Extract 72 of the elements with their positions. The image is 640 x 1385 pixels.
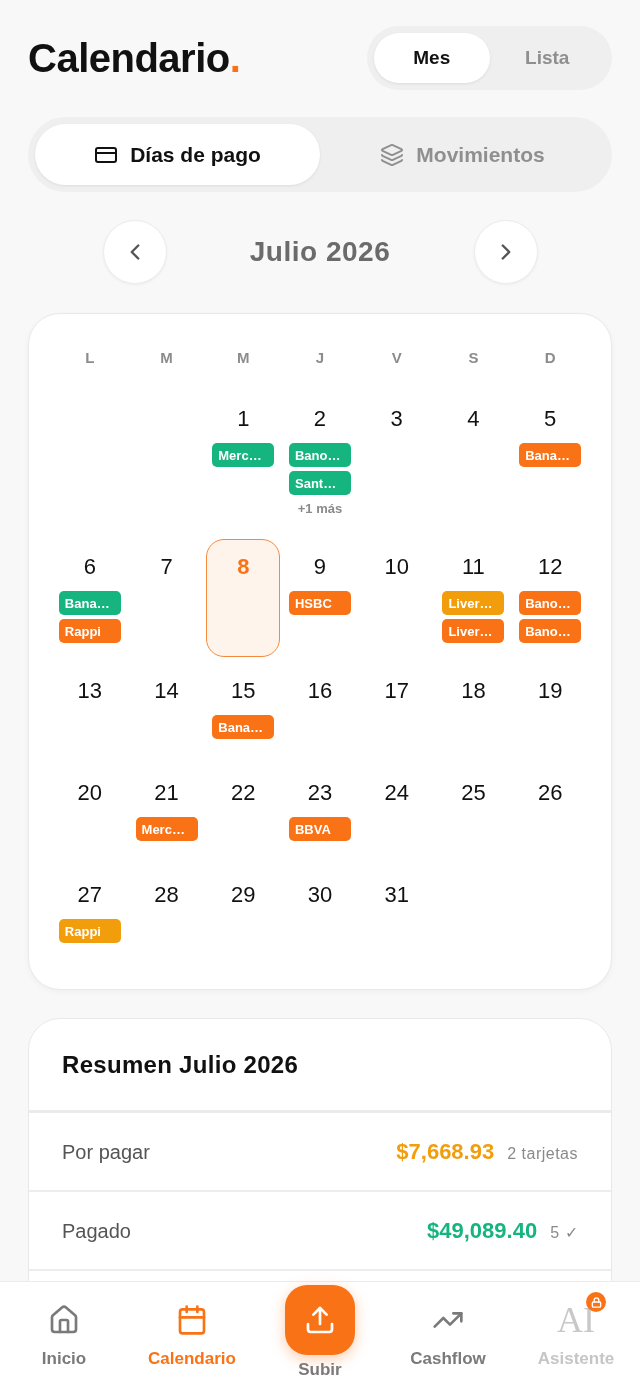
- day-number[interactable]: 22: [231, 779, 256, 807]
- payment-chip: Bana…: [519, 443, 582, 467]
- day-number[interactable]: 28: [154, 881, 179, 909]
- day-number[interactable]: 27: [77, 881, 103, 909]
- day-number[interactable]: 16: [307, 677, 333, 705]
- nav-tab[interactable]: Inicio: [39, 1291, 89, 1370]
- day-number[interactable]: 13: [77, 677, 103, 705]
- upload-label: Subir: [298, 1359, 342, 1381]
- day-number[interactable]: 18: [461, 677, 486, 705]
- day-number[interactable]: 26: [537, 779, 563, 807]
- day-number[interactable]: 2: [313, 405, 327, 433]
- upload-button[interactable]: [285, 1285, 355, 1355]
- weekday-label: J: [314, 348, 326, 368]
- summary-label: Pagado: [62, 1218, 131, 1244]
- summary-amount: $7,668.93: [396, 1138, 495, 1166]
- payment-chip: Merc…: [212, 443, 275, 467]
- page-title: Calendario.: [28, 35, 241, 82]
- month-title: Julio 2026: [249, 235, 391, 269]
- day-number[interactable]: 17: [384, 677, 409, 705]
- mode-tab[interactable]: Días de pago: [35, 124, 320, 185]
- upload-icon: [304, 1304, 336, 1336]
- payment-chip: Rappi: [58, 619, 121, 643]
- weekday-label: L: [84, 348, 96, 368]
- payment-chip: Sant…: [289, 471, 351, 495]
- nav-tab[interactable]: Cashflow: [408, 1291, 488, 1370]
- summary-label: Por pagar: [62, 1139, 150, 1165]
- day-number[interactable]: 19: [537, 677, 563, 705]
- day-number[interactable]: 1: [237, 405, 250, 433]
- home-icon: [48, 1304, 80, 1336]
- day-number[interactable]: 15: [231, 677, 256, 705]
- payment-chip: Bano…: [289, 443, 351, 467]
- calendar-icon: [176, 1304, 208, 1336]
- summary-note: 2 tarjetas: [507, 1144, 578, 1164]
- summary-note: 5 ✓: [550, 1223, 578, 1243]
- weekday-label: V: [390, 348, 403, 368]
- more-count[interactable]: +1 más: [297, 499, 343, 519]
- day-number[interactable]: 14: [154, 677, 179, 705]
- day-number[interactable]: 10: [384, 553, 409, 581]
- day-number[interactable]: 30: [307, 881, 333, 909]
- summary-amount: $49,089.40: [427, 1217, 538, 1245]
- weekday-label: S: [467, 348, 480, 368]
- summary-title: Resumen Julio 2026: [62, 1049, 299, 1080]
- payment-chip: Liver…: [442, 619, 505, 643]
- view-tab[interactable]: Mes: [374, 33, 490, 83]
- day-number[interactable]: 24: [384, 779, 409, 807]
- layers-icon: [380, 142, 405, 167]
- weekday-label: M: [159, 348, 174, 368]
- payment-chip: Bana…: [212, 715, 275, 739]
- day-number[interactable]: 11: [462, 553, 485, 581]
- payment-chip: HSBC: [289, 591, 351, 615]
- day-number[interactable]: 31: [384, 881, 409, 909]
- day-number[interactable]: 6: [83, 553, 96, 581]
- day-number[interactable]: 29: [231, 881, 256, 909]
- day-number[interactable]: 21: [154, 779, 179, 807]
- weekday-label: D: [543, 348, 557, 368]
- payment-chip: Bano…: [519, 591, 582, 615]
- day-number[interactable]: 5: [544, 405, 557, 433]
- payment-chip: Bano…: [519, 619, 582, 643]
- payment-chip: Bana…: [58, 591, 121, 615]
- day-number[interactable]: 3: [390, 405, 403, 433]
- day-number[interactable]: 12: [537, 553, 563, 581]
- weekday-label: M: [236, 348, 251, 368]
- payment-chip: Merc…: [135, 817, 198, 841]
- day-number[interactable]: 20: [77, 779, 103, 807]
- day-number[interactable]: 25: [461, 779, 486, 807]
- day-number[interactable]: 23: [307, 779, 333, 807]
- payment-chip: Rappi: [58, 919, 121, 943]
- payment-chip: Liver…: [442, 591, 505, 615]
- day-number[interactable]: 9: [313, 553, 327, 581]
- day-number[interactable]: 4: [467, 405, 480, 433]
- payment-chip: BBVA: [289, 817, 351, 841]
- day-number[interactable]: 7: [160, 553, 173, 581]
